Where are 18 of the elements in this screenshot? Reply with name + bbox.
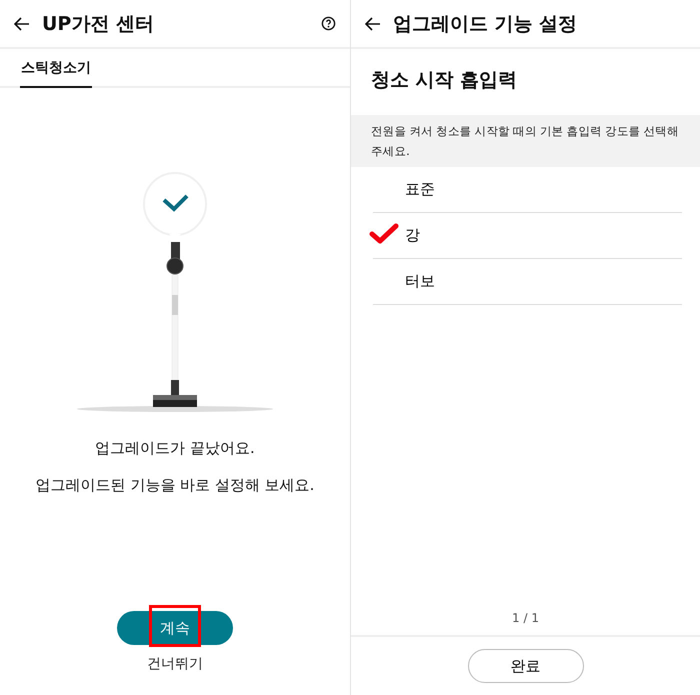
tab[interactable]: 스틱청소기 <box>20 49 92 88</box>
option-item[interactable]: 표준 <box>373 167 682 213</box>
back-button[interactable] <box>365 16 381 30</box>
skip-link[interactable]: 건너뛰기 <box>147 655 203 673</box>
header-title: 업그레이드 기능 설정 <box>393 12 578 36</box>
message-text: 업그레이드가 끝났어요. <box>94 438 256 458</box>
option-item[interactable]: 터보 <box>373 259 682 305</box>
help-button[interactable] <box>321 16 336 31</box>
back-button[interactable] <box>14 16 30 30</box>
option-item[interactable]: 강 <box>373 213 682 259</box>
section-title: 청소 시작 흡입력 <box>370 68 518 93</box>
help-icon <box>321 16 336 31</box>
done-button[interactable]: 완료 <box>468 649 584 683</box>
continue-button[interactable]: 계속 <box>117 611 233 645</box>
page-indicator: 1 / 1 <box>512 611 539 627</box>
message-text: 업그레이드된 기능을 바로 설정해 보세요. <box>34 475 316 495</box>
description-text: 전원을 켜서 청소를 시작할 때의 기본 흡입력 강도를 선택해주세요. <box>351 115 700 167</box>
header-title: UP가전 센터 <box>42 12 155 36</box>
